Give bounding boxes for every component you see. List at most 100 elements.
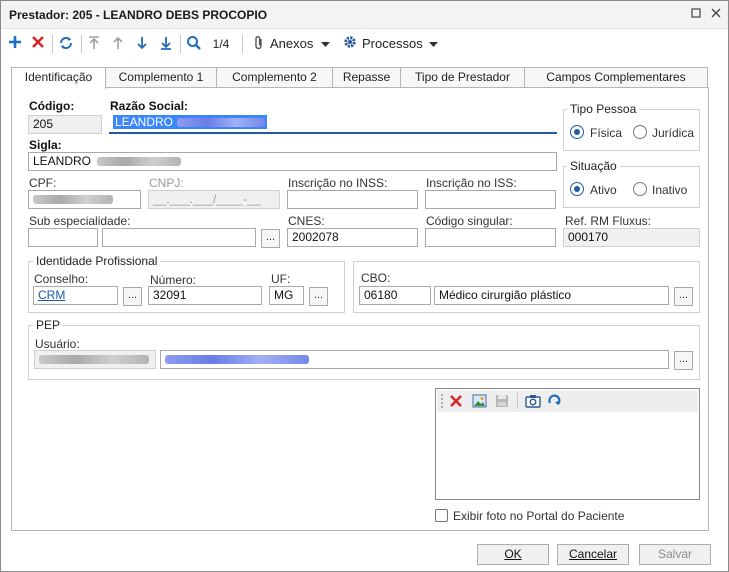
codigo-field[interactable]: 205: [28, 115, 102, 134]
cnes-field[interactable]: 2002078: [287, 228, 418, 247]
exibir-foto-label: Exibir foto no Portal do Paciente: [453, 509, 625, 523]
search-icon[interactable]: [185, 35, 203, 53]
photo-frame: [435, 388, 700, 500]
tab-identificacao[interactable]: Identificação: [11, 67, 106, 89]
rotate-icon[interactable]: [547, 394, 562, 411]
redacted-text: [177, 118, 266, 128]
ativo-label: Ativo: [590, 183, 617, 197]
razao-social-label: Razão Social:: [110, 99, 189, 113]
redacted-text: [165, 355, 309, 365]
save-button-label: Salvar: [657, 547, 692, 561]
sigla-value: LEANDRO: [33, 154, 92, 168]
sub-especialidade-label: Sub especialidade:: [29, 214, 131, 228]
close-icon[interactable]: [709, 7, 723, 21]
window-title: Prestador: 205 - LEANDRO DEBS PROCOPIO: [9, 8, 268, 22]
save-photo-icon[interactable]: [495, 394, 509, 411]
cancel-button-label: Cancelar: [568, 547, 618, 561]
cnpj-label: CNPJ:: [149, 176, 184, 190]
cpf-label: CPF:: [29, 176, 57, 190]
uf-field[interactable]: MG: [269, 286, 304, 305]
juridica-label: Jurídica: [652, 126, 695, 140]
uf-lookup-button[interactable]: ...: [309, 287, 328, 306]
camera-icon[interactable]: [525, 394, 541, 411]
ativo-radio[interactable]: [570, 182, 584, 196]
tab-campos-complementares[interactable]: Campos Complementares: [524, 67, 708, 88]
conselho-label: Conselho:: [34, 272, 89, 286]
numero-field[interactable]: 32091: [148, 286, 262, 305]
conselho-link[interactable]: CRM: [38, 288, 65, 302]
delete-icon[interactable]: [30, 35, 46, 53]
exibir-foto-checkbox[interactable]: [435, 509, 448, 522]
cnpj-field[interactable]: __.___.___/____-__: [148, 190, 280, 209]
conselho-field[interactable]: CRM: [33, 286, 118, 305]
previous-record-icon[interactable]: [110, 35, 126, 53]
sub-especialidade-lookup-button[interactable]: ...: [261, 229, 280, 248]
ref-rm-fluxus-field[interactable]: 000170: [563, 228, 700, 247]
tab-bar: Identificação Complemento 1 Complemento …: [11, 67, 709, 89]
cancel-button[interactable]: Cancelar: [557, 544, 629, 565]
usuario-code-field[interactable]: [34, 350, 156, 369]
toolbar-separator: [242, 35, 243, 53]
redacted-text: [39, 355, 149, 365]
last-record-icon[interactable]: [158, 35, 174, 53]
cbo-code-field[interactable]: 06180: [359, 286, 431, 305]
numero-label: Número:: [150, 273, 197, 287]
inss-label: Inscrição no INSS:: [288, 176, 388, 190]
toolbar-separator: [180, 35, 181, 53]
juridica-radio[interactable]: [633, 125, 647, 139]
tab-repasse[interactable]: Repasse: [332, 67, 401, 88]
cbo-lookup-button[interactable]: ...: [674, 287, 693, 306]
tab-tipo-de-prestador[interactable]: Tipo de Prestador: [400, 67, 525, 88]
identidade-profissional-title: Identidade Profissional: [33, 254, 161, 268]
ok-button[interactable]: OK: [477, 544, 549, 565]
razao-social-value: LEANDRO: [115, 115, 174, 129]
conselho-lookup-button[interactable]: ...: [123, 287, 142, 306]
inativo-radio[interactable]: [633, 182, 647, 196]
usuario-lookup-button[interactable]: ...: [674, 351, 693, 370]
cbo-label: CBO:: [361, 271, 391, 285]
sub-especialidade-desc-field[interactable]: [102, 228, 256, 247]
maximize-icon[interactable]: [689, 7, 703, 21]
uf-label: UF:: [271, 272, 291, 286]
record-counter: 1/4: [212, 37, 230, 51]
cpf-field[interactable]: [28, 190, 141, 209]
inativo-label: Inativo: [652, 183, 688, 197]
chevron-down-icon[interactable]: [428, 35, 438, 53]
iss-label: Inscrição no ISS:: [426, 176, 517, 190]
sigla-field[interactable]: LEANDRO: [28, 152, 557, 171]
codigo-singular-label: Código singular:: [426, 214, 513, 228]
refresh-icon[interactable]: [57, 35, 75, 53]
sub-especialidade-code-field[interactable]: [28, 228, 98, 247]
toolbar-separator: [517, 393, 518, 409]
tipo-pessoa-title: Tipo Pessoa: [567, 102, 640, 116]
iss-field[interactable]: [425, 190, 556, 209]
cnes-label: CNES:: [288, 214, 325, 228]
codigo-singular-field[interactable]: [425, 228, 556, 247]
toolbar: 1/4 Anexos Processos: [1, 30, 728, 58]
paperclip-icon[interactable]: [251, 35, 267, 53]
save-button[interactable]: Salvar: [639, 544, 711, 565]
tab-complemento-2[interactable]: Complemento 2: [216, 67, 333, 88]
gear-icon[interactable]: [342, 35, 358, 53]
ok-button-label: OK: [504, 547, 522, 561]
delete-photo-icon[interactable]: [449, 394, 463, 411]
fisica-radio[interactable]: [570, 125, 584, 139]
toolbar-separator: [52, 35, 53, 53]
toolbar-separator: [81, 35, 82, 53]
processos-menu[interactable]: Processos: [362, 35, 424, 53]
image-icon[interactable]: [472, 394, 487, 411]
tab-complemento-1[interactable]: Complemento 1: [105, 67, 217, 88]
codigo-label: Código:: [29, 99, 75, 113]
redacted-text: [33, 195, 113, 205]
inss-field[interactable]: [287, 190, 418, 209]
cbo-desc-field[interactable]: Médico cirurgião plástico: [434, 286, 669, 305]
razao-social-field[interactable]: LEANDRO: [109, 114, 557, 134]
add-icon[interactable]: [7, 35, 23, 53]
usuario-name-field[interactable]: [160, 350, 669, 369]
next-record-icon[interactable]: [134, 35, 150, 53]
anexos-menu[interactable]: Anexos: [270, 35, 316, 53]
first-record-icon[interactable]: [86, 35, 102, 53]
chevron-down-icon[interactable]: [320, 35, 330, 53]
redacted-text: [97, 157, 182, 167]
sigla-label: Sigla:: [29, 138, 62, 152]
